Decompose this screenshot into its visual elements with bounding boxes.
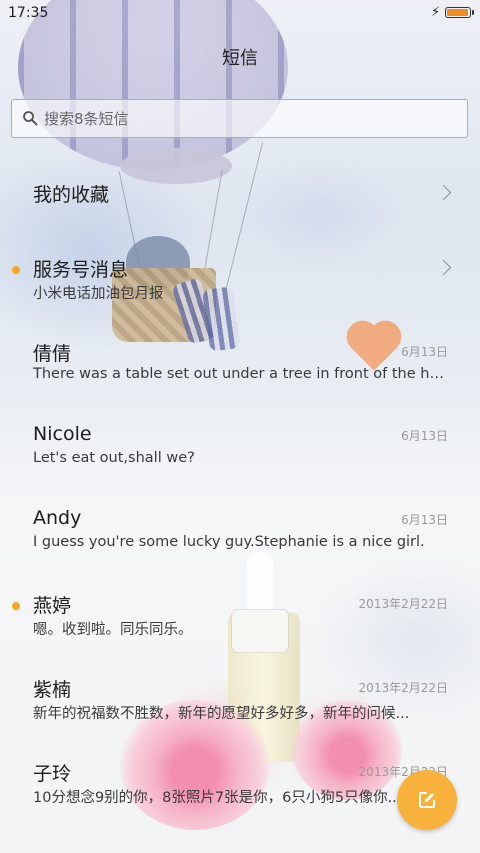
search-input[interactable]: [44, 100, 459, 137]
search-box[interactable]: [11, 99, 468, 138]
conversation-name: 倩倩: [33, 343, 72, 365]
conversation-name: Nicole: [33, 423, 92, 445]
conversation-row[interactable]: 服务号消息小米电话加油包月报: [0, 234, 480, 318]
battery-level: [447, 9, 468, 16]
conversation-name: 燕婷: [33, 595, 72, 617]
battery-icon: [445, 7, 474, 18]
conversation-preview: Let's eat out,shall we?: [33, 450, 195, 466]
conversation-preview: There was a table set out under a tree i…: [33, 366, 448, 382]
conversation-row[interactable]: 燕婷嗯。收到啦。同乐同乐。 2013年2月22日: [0, 570, 480, 654]
conversation-name: 紫楠: [33, 679, 72, 701]
conversation-row[interactable]: 紫楠新年的祝福数不胜数，新年的愿望好多好多，新年的问候... 2013年2月22日: [0, 654, 480, 738]
conversation-date: 2013年2月22日: [358, 681, 448, 695]
conversation-date: 6月13日: [401, 429, 448, 443]
conversation-name: 我的收藏: [33, 184, 110, 206]
conversation-row[interactable]: 倩倩 There was a table set out under a tree…: [0, 318, 480, 402]
status-time: 17:35: [8, 5, 49, 21]
conversation-preview: 新年的祝福数不胜数，新年的愿望好多好多，新年的问候...: [33, 706, 410, 722]
conversation-preview: I guess you're some lucky guy.Stephanie …: [33, 534, 425, 550]
search-icon: [23, 111, 38, 126]
conversation-name: 服务号消息: [33, 259, 129, 281]
unread-dot: [12, 602, 20, 610]
conversation-date: 6月13日: [401, 513, 448, 527]
chevron-right-icon: [435, 184, 452, 201]
conversation-preview: 10分想念9别的你，8张照片7张是你，6只小狗5只像你...: [33, 790, 402, 806]
conversation-preview: 小米电话加油包月报: [33, 286, 164, 302]
chevron-right-icon: [435, 259, 452, 276]
conversation-preview: 嗯。收到啦。同乐同乐。: [33, 622, 193, 638]
conversation-row[interactable]: Nicole Let's eat out,shall we? 6月13日: [0, 402, 480, 486]
charging-icon: ⚡: [431, 5, 441, 20]
conversation-name: 子玲: [33, 763, 72, 785]
conversation-row[interactable]: 我的收藏: [0, 150, 480, 234]
unread-dot: [12, 266, 20, 274]
compose-button[interactable]: [397, 770, 457, 830]
conversation-date: 6月13日: [401, 345, 448, 359]
conversation-row[interactable]: Andy I guess you're some lucky guy.Stepha…: [0, 486, 480, 570]
conversation-date: 2013年2月22日: [358, 597, 448, 611]
edit-icon: [419, 792, 435, 808]
status-bar: 17:35 ⚡: [0, 0, 480, 26]
page-title: 短信: [222, 48, 258, 69]
conversation-name: Andy: [33, 507, 82, 529]
